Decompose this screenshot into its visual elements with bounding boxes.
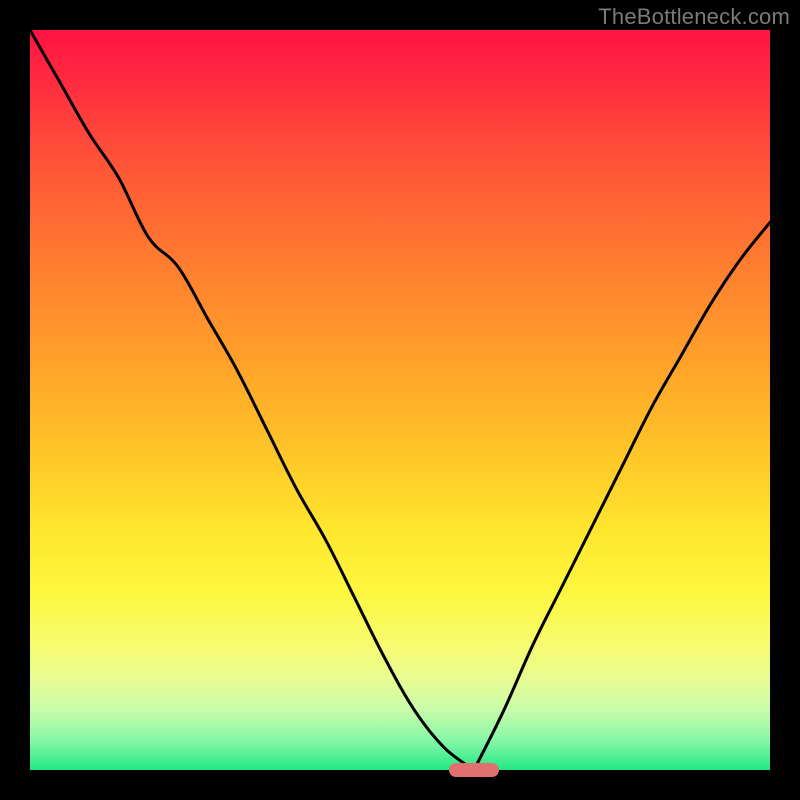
plot-area <box>30 30 770 770</box>
attribution-label: TheBottleneck.com <box>598 4 790 30</box>
optimal-marker <box>449 763 499 777</box>
left-curve <box>30 30 474 770</box>
chart-frame: TheBottleneck.com <box>0 0 800 800</box>
curve-layer <box>30 30 770 770</box>
right-curve <box>474 222 770 770</box>
